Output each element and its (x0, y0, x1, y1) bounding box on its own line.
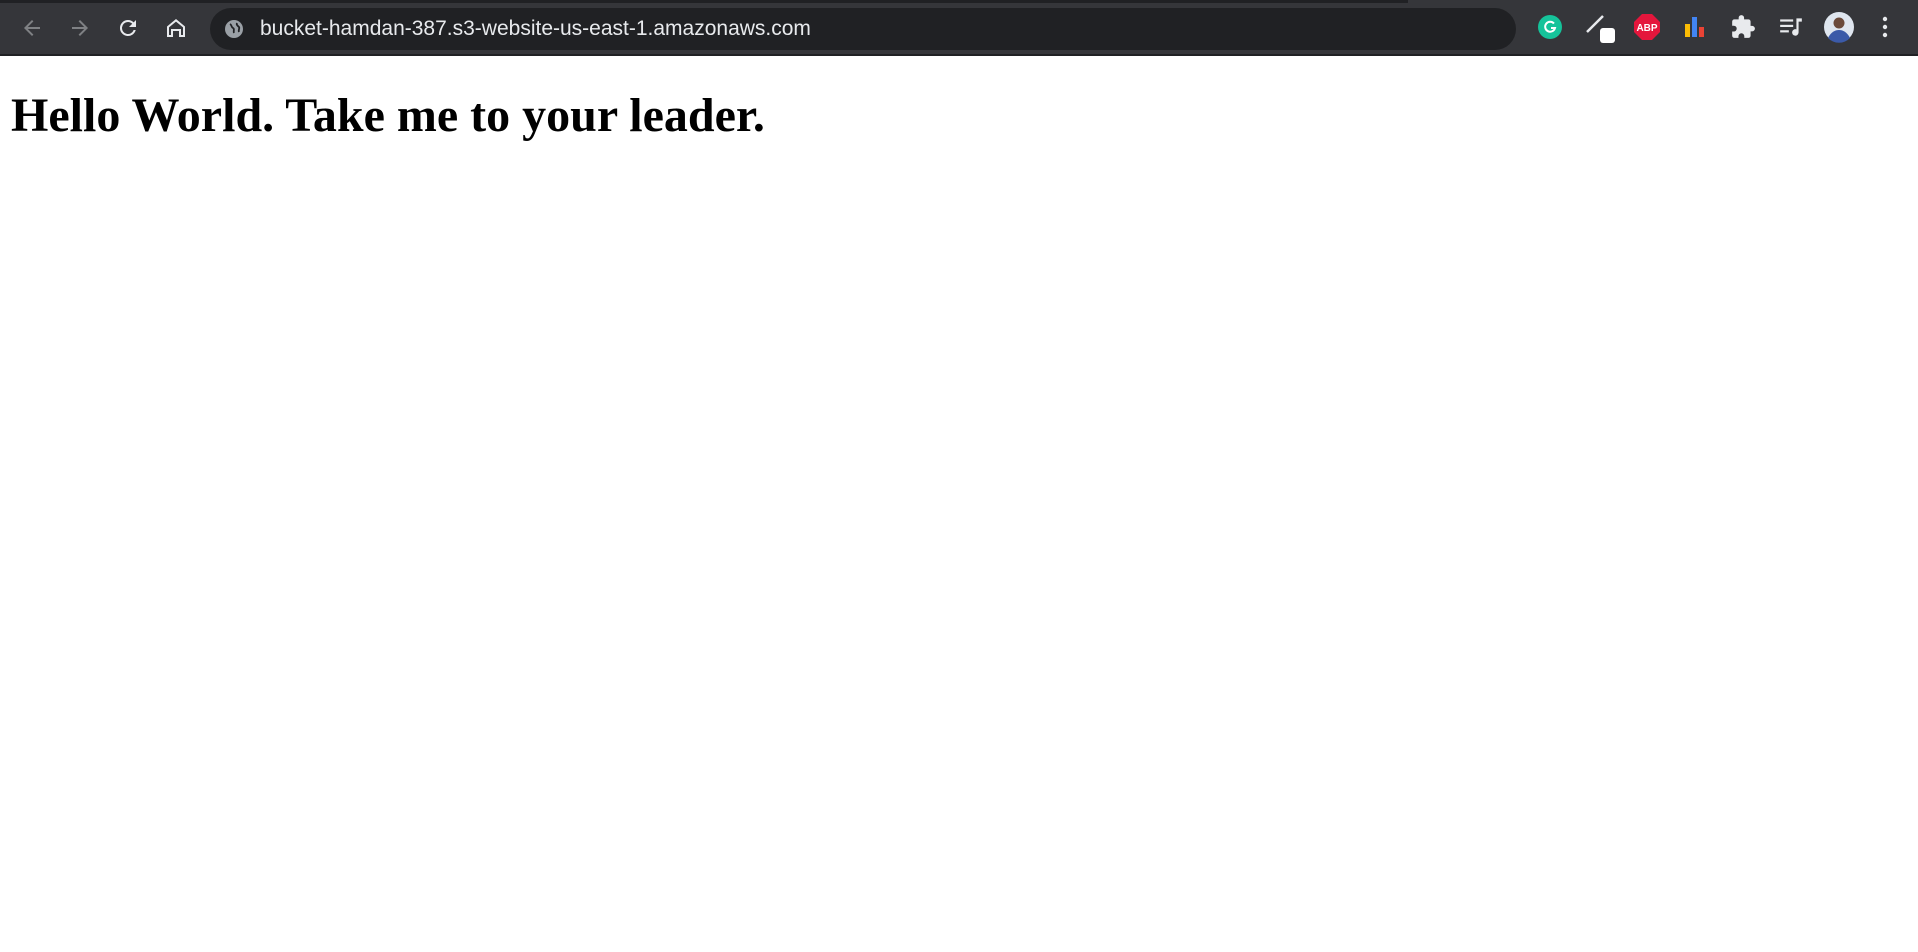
home-button[interactable] (160, 12, 192, 44)
address-bar[interactable]: bucket-hamdan-387.s3-website-us-east-1.a… (210, 8, 1516, 50)
page-content: Hello World. Take me to your leader. (0, 56, 1918, 952)
browser-toolbar: bucket-hamdan-387.s3-website-us-east-1.a… (0, 0, 1918, 56)
bar-chart-extension-icon (1682, 14, 1708, 45)
adblock-plus-button[interactable]: ABP (1630, 12, 1664, 46)
abp-label: ABP (1636, 23, 1657, 34)
pen-extension-icon (1583, 10, 1617, 49)
arrow-right-icon (68, 16, 92, 40)
media-playlist-button[interactable] (1774, 12, 1808, 46)
profile-avatar-icon (1823, 11, 1855, 48)
menu-kebab-icon (1881, 15, 1889, 44)
reload-button[interactable] (112, 12, 144, 44)
browser-menu-button[interactable] (1870, 12, 1900, 46)
bar-chart-extension-button[interactable] (1678, 12, 1712, 46)
grammarly-icon (1537, 14, 1563, 45)
pen-extension-button[interactable] (1583, 12, 1617, 46)
forward-button[interactable] (64, 12, 96, 44)
tab-strip-edge (0, 0, 1408, 3)
media-playlist-icon (1778, 14, 1804, 45)
grammarly-button[interactable] (1533, 12, 1567, 46)
home-icon (164, 16, 188, 40)
extensions-button[interactable] (1726, 12, 1760, 46)
arrow-left-icon (20, 16, 44, 40)
extensions-puzzle-icon (1730, 14, 1756, 45)
globe-icon[interactable] (224, 19, 244, 39)
adblock-plus-icon: ABP (1633, 13, 1661, 46)
profile-button[interactable] (1822, 11, 1856, 48)
reload-icon (116, 16, 140, 40)
url-text[interactable]: bucket-hamdan-387.s3-website-us-east-1.a… (260, 8, 811, 50)
page-heading: Hello World. Take me to your leader. (11, 89, 765, 142)
back-button[interactable] (16, 12, 48, 44)
